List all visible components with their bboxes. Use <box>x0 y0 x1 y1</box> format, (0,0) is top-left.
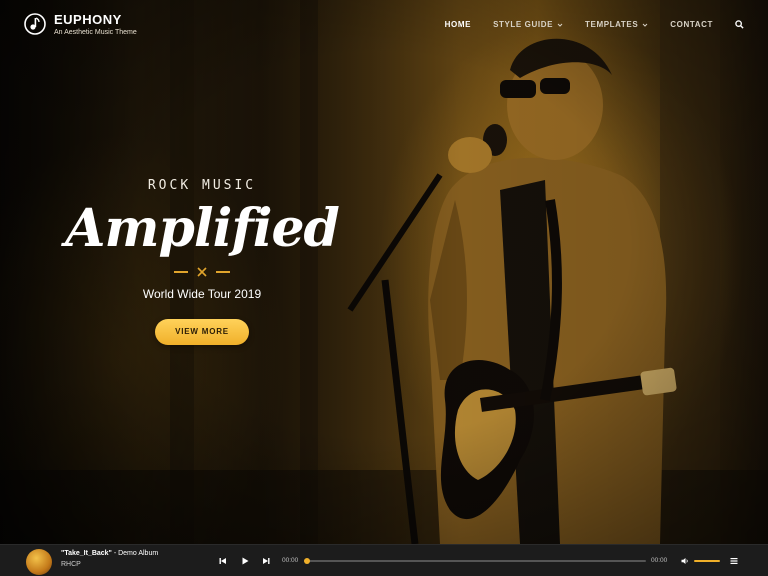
track-album: - Demo Album <box>111 550 159 557</box>
music-note-icon <box>24 13 46 35</box>
nav-item-label: HOME <box>444 20 472 29</box>
track-title: "Take_It_Back" <box>61 550 112 557</box>
nav-item-label: STYLE GUIDE <box>493 20 554 29</box>
hero-headline: Amplified <box>65 198 340 259</box>
chevron-down-icon <box>557 23 563 27</box>
progress-bar[interactable] <box>304 558 646 564</box>
search-icon[interactable] <box>735 20 744 29</box>
next-icon[interactable] <box>262 557 270 565</box>
nav-item-label: CONTACT <box>670 20 713 29</box>
time-current: 00:00 <box>282 557 299 564</box>
site-logo[interactable]: EUPHONY An Aesthetic Music Theme <box>24 12 137 36</box>
hero-divider <box>62 267 342 277</box>
progress-knob[interactable] <box>304 558 310 564</box>
volume-slider[interactable] <box>694 560 720 562</box>
volume-icon[interactable] <box>681 557 689 565</box>
playlist-icon[interactable] <box>730 557 738 565</box>
view-more-button[interactable]: VIEW MORE <box>155 319 249 345</box>
prev-icon[interactable] <box>219 557 227 565</box>
track-artist: RHCP <box>61 561 81 568</box>
hero-eyebrow: ROCK MUSIC <box>147 178 257 193</box>
site-tagline: An Aesthetic Music Theme <box>54 29 137 36</box>
audio-player: "Take_It_Back" - Demo Album RHCP 00:00 0… <box>0 544 768 576</box>
main-nav: HOME STYLE GUIDE TEMPLATES CONTACT <box>445 20 744 29</box>
site-title: EUPHONY <box>54 12 122 27</box>
hero-content: ROCK MUSIC Amplified World Wide Tour 201… <box>62 178 342 345</box>
chevron-down-icon <box>642 23 648 27</box>
nav-item-contact[interactable]: CONTACT <box>670 20 713 29</box>
time-total: 00:00 <box>651 557 668 564</box>
play-icon[interactable] <box>241 557 249 565</box>
nav-item-style-guide[interactable]: STYLE GUIDE <box>493 20 563 29</box>
hero-subline: World Wide Tour 2019 <box>142 287 262 301</box>
nav-item-label: TEMPLATES <box>585 20 639 29</box>
track-title-line: "Take_It_Back" - Demo Album <box>61 550 158 557</box>
nav-item-templates[interactable]: TEMPLATES <box>585 20 648 29</box>
nav-item-home[interactable]: HOME <box>445 20 471 29</box>
track-info: "Take_It_Back" - Demo Album RHCP <box>61 550 158 568</box>
crossed-sticks-icon <box>197 267 207 277</box>
album-art <box>26 549 52 575</box>
